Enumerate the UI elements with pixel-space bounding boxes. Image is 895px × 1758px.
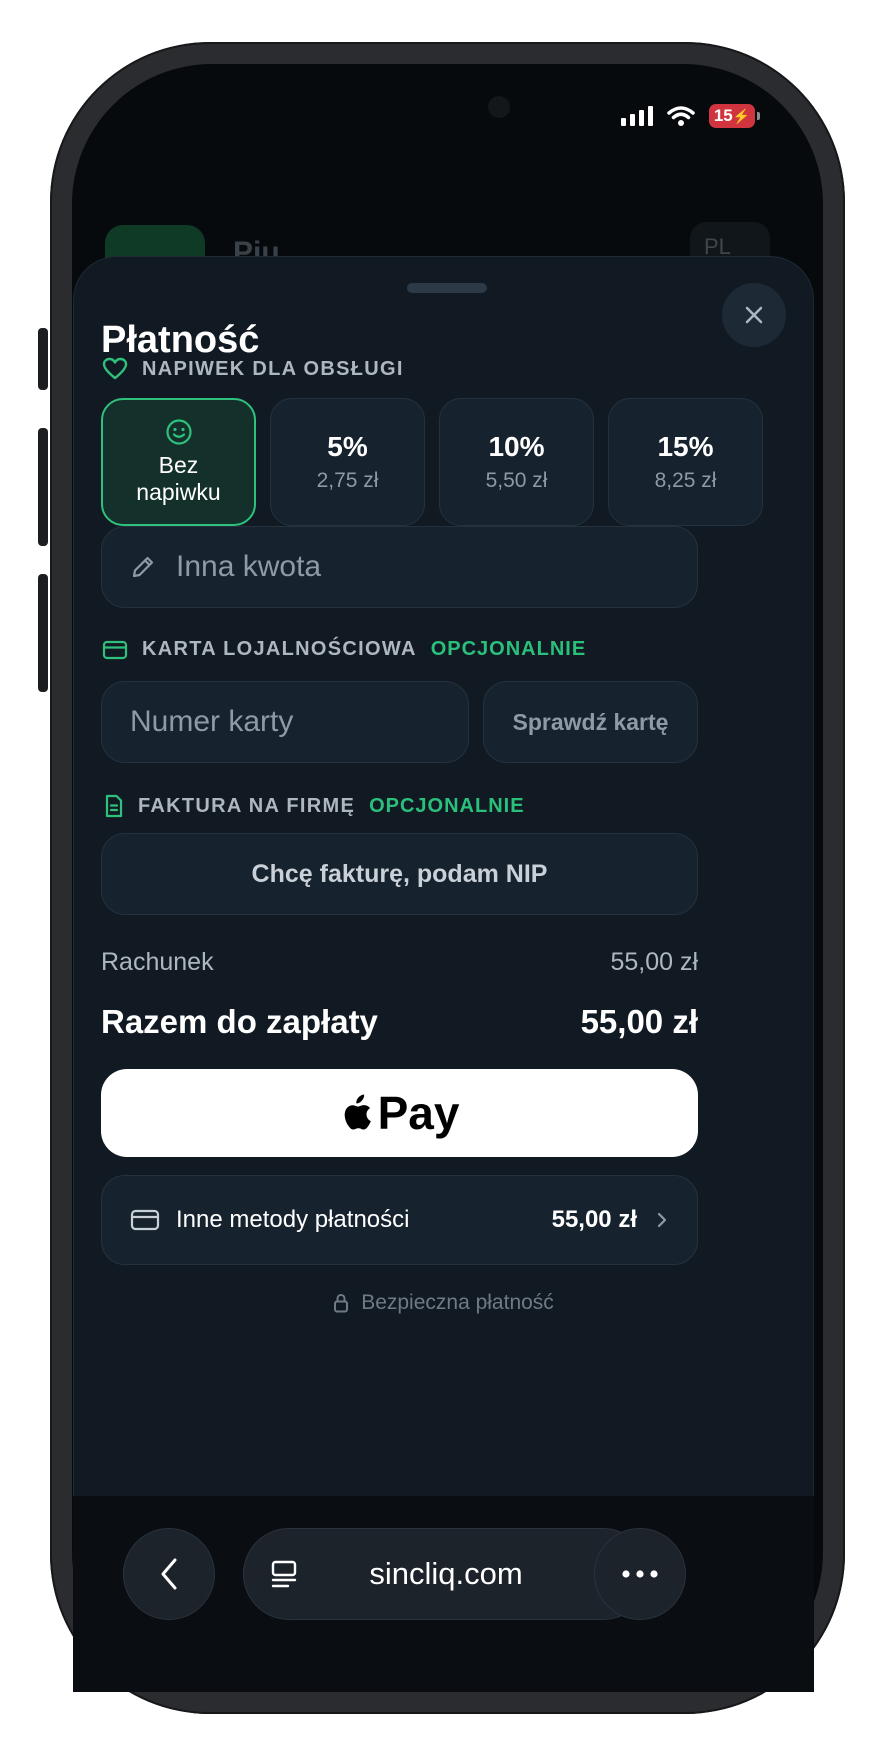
volume-up-button <box>38 428 48 546</box>
custom-tip-input[interactable]: Inna kwota <box>101 526 698 608</box>
custom-tip-placeholder: Inna kwota <box>176 550 322 583</box>
optional-badge: OPCJONALNIE <box>369 794 525 817</box>
wifi-icon <box>667 106 695 126</box>
card-icon <box>130 1209 160 1231</box>
apple-pay-button[interactable]: Pay <box>101 1069 698 1157</box>
tip-option-amount: 8,25 zł <box>654 469 717 492</box>
tip-option-label: 15% <box>657 431 714 462</box>
battery-indicator: 15 ⚡ <box>709 104 760 128</box>
tip-option-label: 5% <box>327 431 368 462</box>
tip-option-amount: 5,50 zł <box>485 469 548 492</box>
tip-option-label: 10% <box>488 431 545 462</box>
tip-section-title: NAPIWEK DLA OBSŁUGI <box>142 357 404 380</box>
browser-toolbar: sincliq.com <box>73 1496 814 1692</box>
loyalty-section-title: KARTA LOJALNOŚCIOWA <box>142 638 417 660</box>
tip-option-none[interactable]: Bez napiwku <box>101 398 256 526</box>
reader-icon <box>271 1560 297 1588</box>
chevron-right-icon <box>657 1212 667 1228</box>
tip-option-label: Bez napiwku <box>136 452 221 505</box>
card-icon <box>102 640 128 659</box>
pencil-icon <box>132 556 154 578</box>
tip-section-label: NAPIWEK DLA OBSŁUGI <box>102 357 404 381</box>
page-title: Płatność <box>101 319 260 361</box>
loyalty-card-placeholder: Numer karty <box>130 705 294 738</box>
close-button[interactable] <box>722 283 786 347</box>
total-label: Razem do zapłaty <box>101 1003 378 1040</box>
total-value: 55,00 zł <box>580 1003 698 1040</box>
status-bar: 15 ⚡ <box>621 104 760 128</box>
total-row: Razem do zapłaty 55,00 zł <box>101 1003 698 1041</box>
bill-label: Rachunek <box>101 948 214 976</box>
more-button[interactable] <box>594 1528 686 1620</box>
optional-badge: OPCJONALNIE <box>430 638 587 660</box>
other-methods-amount: 55,00 zł <box>551 1206 637 1233</box>
sheet-grabber[interactable] <box>407 283 487 293</box>
check-card-button[interactable]: Sprawdź kartę <box>483 681 698 763</box>
action-button <box>38 328 48 390</box>
loyalty-section-label: KARTA LOJALNOŚCIOWA OPCJONALNIE <box>102 638 586 661</box>
tip-options: Bez napiwku 5% 2,75 zł 10% 5,50 zł 15% 8… <box>101 398 763 526</box>
bill-value: 55,00 zł <box>610 948 698 976</box>
apple-logo-icon <box>344 1094 371 1130</box>
invoice-button-label: Chcę fakturę, podam NIP <box>251 859 548 888</box>
secure-note: Bezpieczna płatność <box>74 1291 813 1315</box>
loyalty-card-input[interactable]: Numer karty <box>101 681 469 763</box>
battery-level: 15 <box>713 106 733 125</box>
cellular-signal-icon <box>621 106 653 126</box>
other-methods-label: Inne metody płatności <box>176 1206 410 1233</box>
url-text: sincliq.com <box>369 1556 523 1591</box>
address-bar[interactable]: sincliq.com <box>243 1528 649 1620</box>
lock-icon <box>334 1293 349 1313</box>
back-icon <box>161 1558 177 1590</box>
tip-option-amount: 2,75 zł <box>316 469 379 492</box>
payment-sheet: Płatność NAPIWEK DLA OBSŁUGI Bez napiwku… <box>73 256 814 1496</box>
front-camera <box>488 96 510 118</box>
tip-option-10[interactable]: 10% 5,50 zł <box>439 398 594 526</box>
other-payment-methods-button[interactable]: Inne metody płatności 55,00 zł <box>101 1175 698 1265</box>
back-button[interactable] <box>123 1528 215 1620</box>
heart-icon <box>102 357 128 380</box>
tip-option-5[interactable]: 5% 2,75 zł <box>270 398 425 526</box>
apple-pay-label: Pay <box>377 1087 460 1139</box>
more-icon <box>622 1570 658 1578</box>
invoice-section-label: FAKTURA NA FIRMĘ OPCJONALNIE <box>104 794 525 818</box>
invoice-button[interactable]: Chcę fakturę, podam NIP <box>101 833 698 915</box>
close-icon <box>745 306 763 324</box>
tip-option-15[interactable]: 15% 8,25 zł <box>608 398 763 526</box>
smile-icon <box>165 419 192 445</box>
secure-note-text: Bezpieczna płatność <box>361 1291 554 1314</box>
volume-down-button <box>38 574 48 692</box>
bill-row: Rachunek 55,00 zł <box>101 948 698 977</box>
check-card-label: Sprawdź kartę <box>512 708 669 735</box>
document-icon <box>105 794 123 818</box>
invoice-section-title: FAKTURA NA FIRMĘ <box>138 794 356 817</box>
